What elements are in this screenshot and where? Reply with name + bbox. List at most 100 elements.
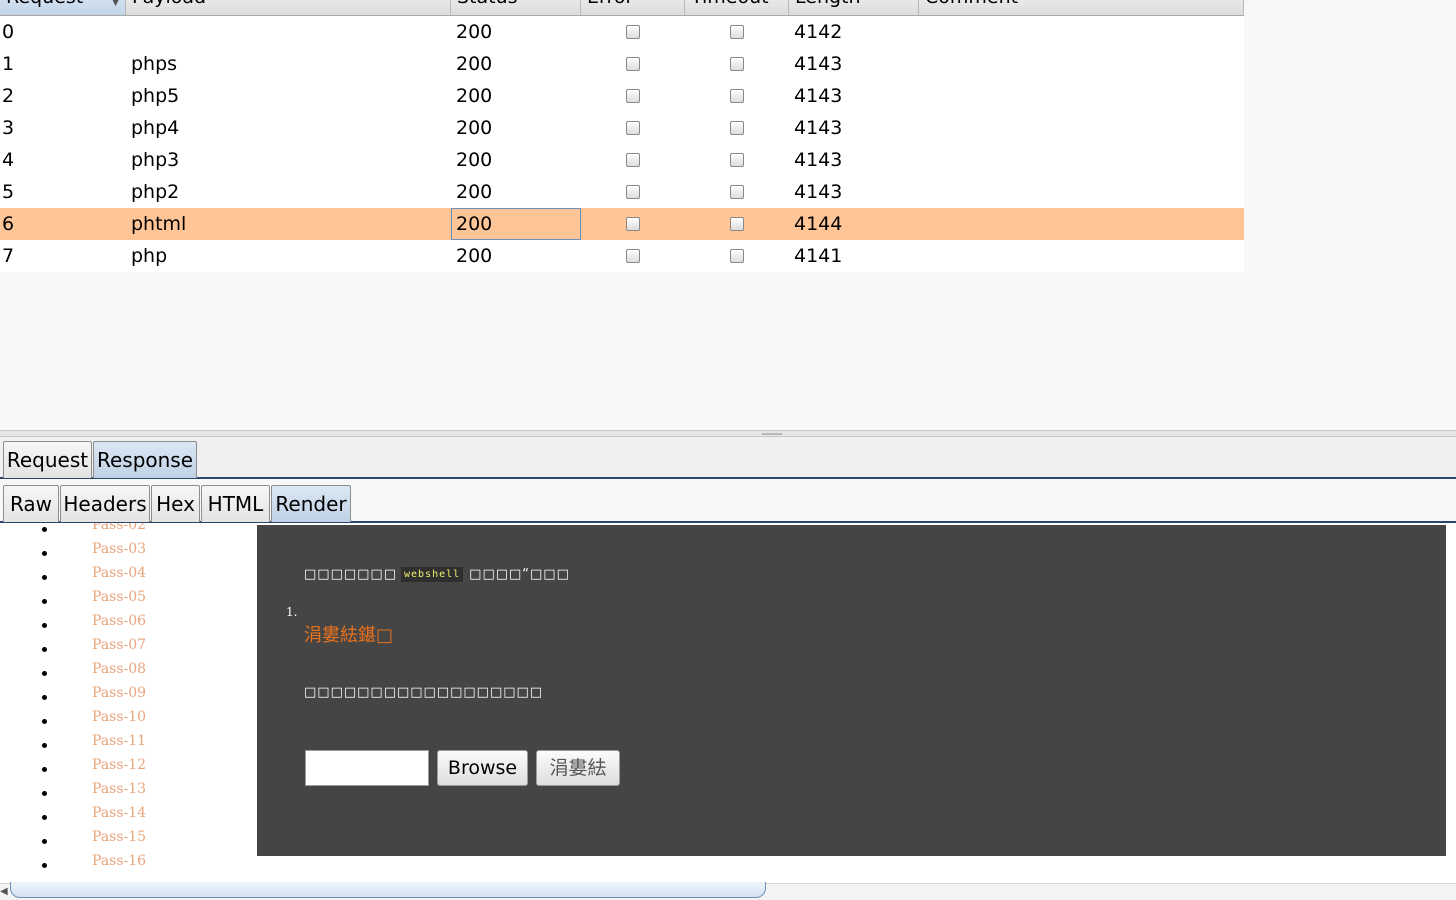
- cell-payload: php2: [131, 181, 180, 203]
- bullet-icon: [42, 623, 47, 628]
- cell-request: 4: [2, 149, 15, 171]
- timeout-checkbox[interactable]: [730, 57, 744, 71]
- bullet-icon: [42, 647, 47, 652]
- list-item[interactable]: Pass-11: [0, 733, 257, 759]
- list-item[interactable]: Pass-06: [0, 613, 257, 639]
- pass-link[interactable]: Pass-07: [92, 637, 146, 653]
- list-number: 1.: [286, 605, 298, 619]
- list-item[interactable]: Pass-08: [0, 661, 257, 687]
- bullet-icon: [42, 839, 47, 844]
- tab-hex[interactable]: Hex: [151, 485, 200, 522]
- bullet-icon: [42, 527, 47, 532]
- pass-link[interactable]: Pass-10: [92, 709, 146, 725]
- error-checkbox[interactable]: [626, 249, 640, 263]
- column-header-error[interactable]: Error: [581, 0, 685, 15]
- tab-request[interactable]: Request: [3, 441, 92, 478]
- timeout-checkbox[interactable]: [730, 25, 744, 39]
- view-tab-strip: Raw Headers Hex HTML Render: [0, 481, 1456, 523]
- tab-headers[interactable]: Headers: [60, 485, 150, 522]
- cell-request: 5: [2, 181, 15, 203]
- pane-splitter[interactable]: [0, 430, 1456, 437]
- list-item[interactable]: Pass-12: [0, 757, 257, 783]
- cell-status-focused[interactable]: 200: [451, 208, 581, 240]
- list-item[interactable]: Pass-02: [0, 523, 257, 543]
- list-item[interactable]: Pass-05: [0, 589, 257, 615]
- table-row[interactable]: 1 phps 200 4143: [0, 48, 1244, 80]
- scrollbar-thumb[interactable]: [10, 882, 766, 898]
- table-row[interactable]: 5 php2 200 4143: [0, 176, 1244, 208]
- timeout-checkbox[interactable]: [730, 121, 744, 135]
- list-item[interactable]: Pass-14: [0, 805, 257, 831]
- error-checkbox[interactable]: [626, 121, 640, 135]
- list-item[interactable]: Pass-13: [0, 781, 257, 807]
- tab-raw[interactable]: Raw: [3, 485, 59, 522]
- pass-list: Pass-02 Pass-03 Pass-04 Pass-05 Pass-06 …: [0, 523, 257, 883]
- error-checkbox[interactable]: [626, 89, 640, 103]
- table-row-selected[interactable]: 6 phtml 200 4144: [0, 208, 1244, 240]
- list-item[interactable]: Pass-04: [0, 565, 257, 591]
- column-header-request[interactable]: Request ▼: [0, 0, 126, 15]
- upload-button[interactable]: 涓婁紶: [536, 750, 620, 786]
- pass-link[interactable]: Pass-16: [92, 853, 146, 869]
- bullet-icon: [42, 671, 47, 676]
- list-item[interactable]: Pass-07: [0, 637, 257, 663]
- column-header-length[interactable]: Length: [789, 0, 919, 15]
- list-item[interactable]: Pass-15: [0, 829, 257, 855]
- column-header-label: Request: [6, 0, 83, 8]
- column-header-status[interactable]: Status: [451, 0, 581, 15]
- pass-link[interactable]: Pass-14: [92, 805, 146, 821]
- timeout-checkbox[interactable]: [730, 89, 744, 103]
- error-checkbox[interactable]: [626, 57, 640, 71]
- tab-render[interactable]: Render: [271, 485, 351, 522]
- cell-payload: php4: [131, 117, 180, 139]
- timeout-checkbox[interactable]: [730, 153, 744, 167]
- tab-response[interactable]: Response: [93, 441, 197, 478]
- list-item[interactable]: Pass-09: [0, 685, 257, 711]
- cell-request: 2: [2, 85, 15, 107]
- error-checkbox[interactable]: [626, 217, 640, 231]
- pass-link[interactable]: Pass-06: [92, 613, 146, 629]
- pass-link[interactable]: Pass-12: [92, 757, 146, 773]
- error-checkbox[interactable]: [626, 185, 640, 199]
- cell-request: 0: [2, 21, 15, 43]
- list-item[interactable]: Pass-03: [0, 541, 257, 567]
- pass-link[interactable]: Pass-15: [92, 829, 146, 845]
- list-item[interactable]: Pass-16: [0, 853, 257, 879]
- bullet-icon: [42, 575, 47, 580]
- bullet-icon: [42, 695, 47, 700]
- list-item[interactable]: Pass-10: [0, 709, 257, 735]
- file-input[interactable]: [305, 750, 429, 786]
- pass-link[interactable]: Pass-11: [92, 733, 146, 749]
- table-row[interactable]: 7 php 200 4141: [0, 240, 1244, 272]
- column-header-timeout[interactable]: Timeout: [685, 0, 789, 15]
- scroll-left-icon[interactable]: ◀: [0, 886, 8, 897]
- pass-link[interactable]: Pass-08: [92, 661, 146, 677]
- timeout-checkbox[interactable]: [730, 217, 744, 231]
- column-header-comment[interactable]: Comment: [919, 0, 1244, 15]
- error-checkbox[interactable]: [626, 153, 640, 167]
- pass-link[interactable]: Pass-02: [92, 523, 146, 533]
- table-row[interactable]: 4 php3 200 4143: [0, 144, 1244, 176]
- timeout-checkbox[interactable]: [730, 249, 744, 263]
- pass-link[interactable]: Pass-05: [92, 589, 146, 605]
- sort-arrow-icon: ▼: [112, 0, 119, 8]
- table-row[interactable]: 0 200 4142: [0, 16, 1244, 48]
- pass-link[interactable]: Pass-04: [92, 565, 146, 581]
- bullet-icon: [42, 815, 47, 820]
- timeout-checkbox[interactable]: [730, 185, 744, 199]
- horizontal-scrollbar[interactable]: ◀: [0, 882, 1456, 900]
- column-header-payload[interactable]: Payload: [126, 0, 451, 15]
- pass-link[interactable]: Pass-09: [92, 685, 146, 701]
- table-row[interactable]: 3 php4 200 4143: [0, 112, 1244, 144]
- browse-button[interactable]: Browse: [437, 750, 528, 786]
- table-row[interactable]: 2 php5 200 4143: [0, 80, 1244, 112]
- tab-html[interactable]: HTML: [201, 485, 270, 522]
- pass-link[interactable]: Pass-03: [92, 541, 146, 557]
- cell-status: 200: [456, 21, 493, 43]
- intro-prefix: □□□□□□□: [304, 567, 397, 582]
- cell-request: 3: [2, 117, 15, 139]
- error-checkbox[interactable]: [626, 25, 640, 39]
- body-text: □□□□□□□□□□□□□□□□□□: [304, 685, 544, 700]
- section-heading: 涓婁紶鍖□: [304, 625, 394, 646]
- pass-link[interactable]: Pass-13: [92, 781, 146, 797]
